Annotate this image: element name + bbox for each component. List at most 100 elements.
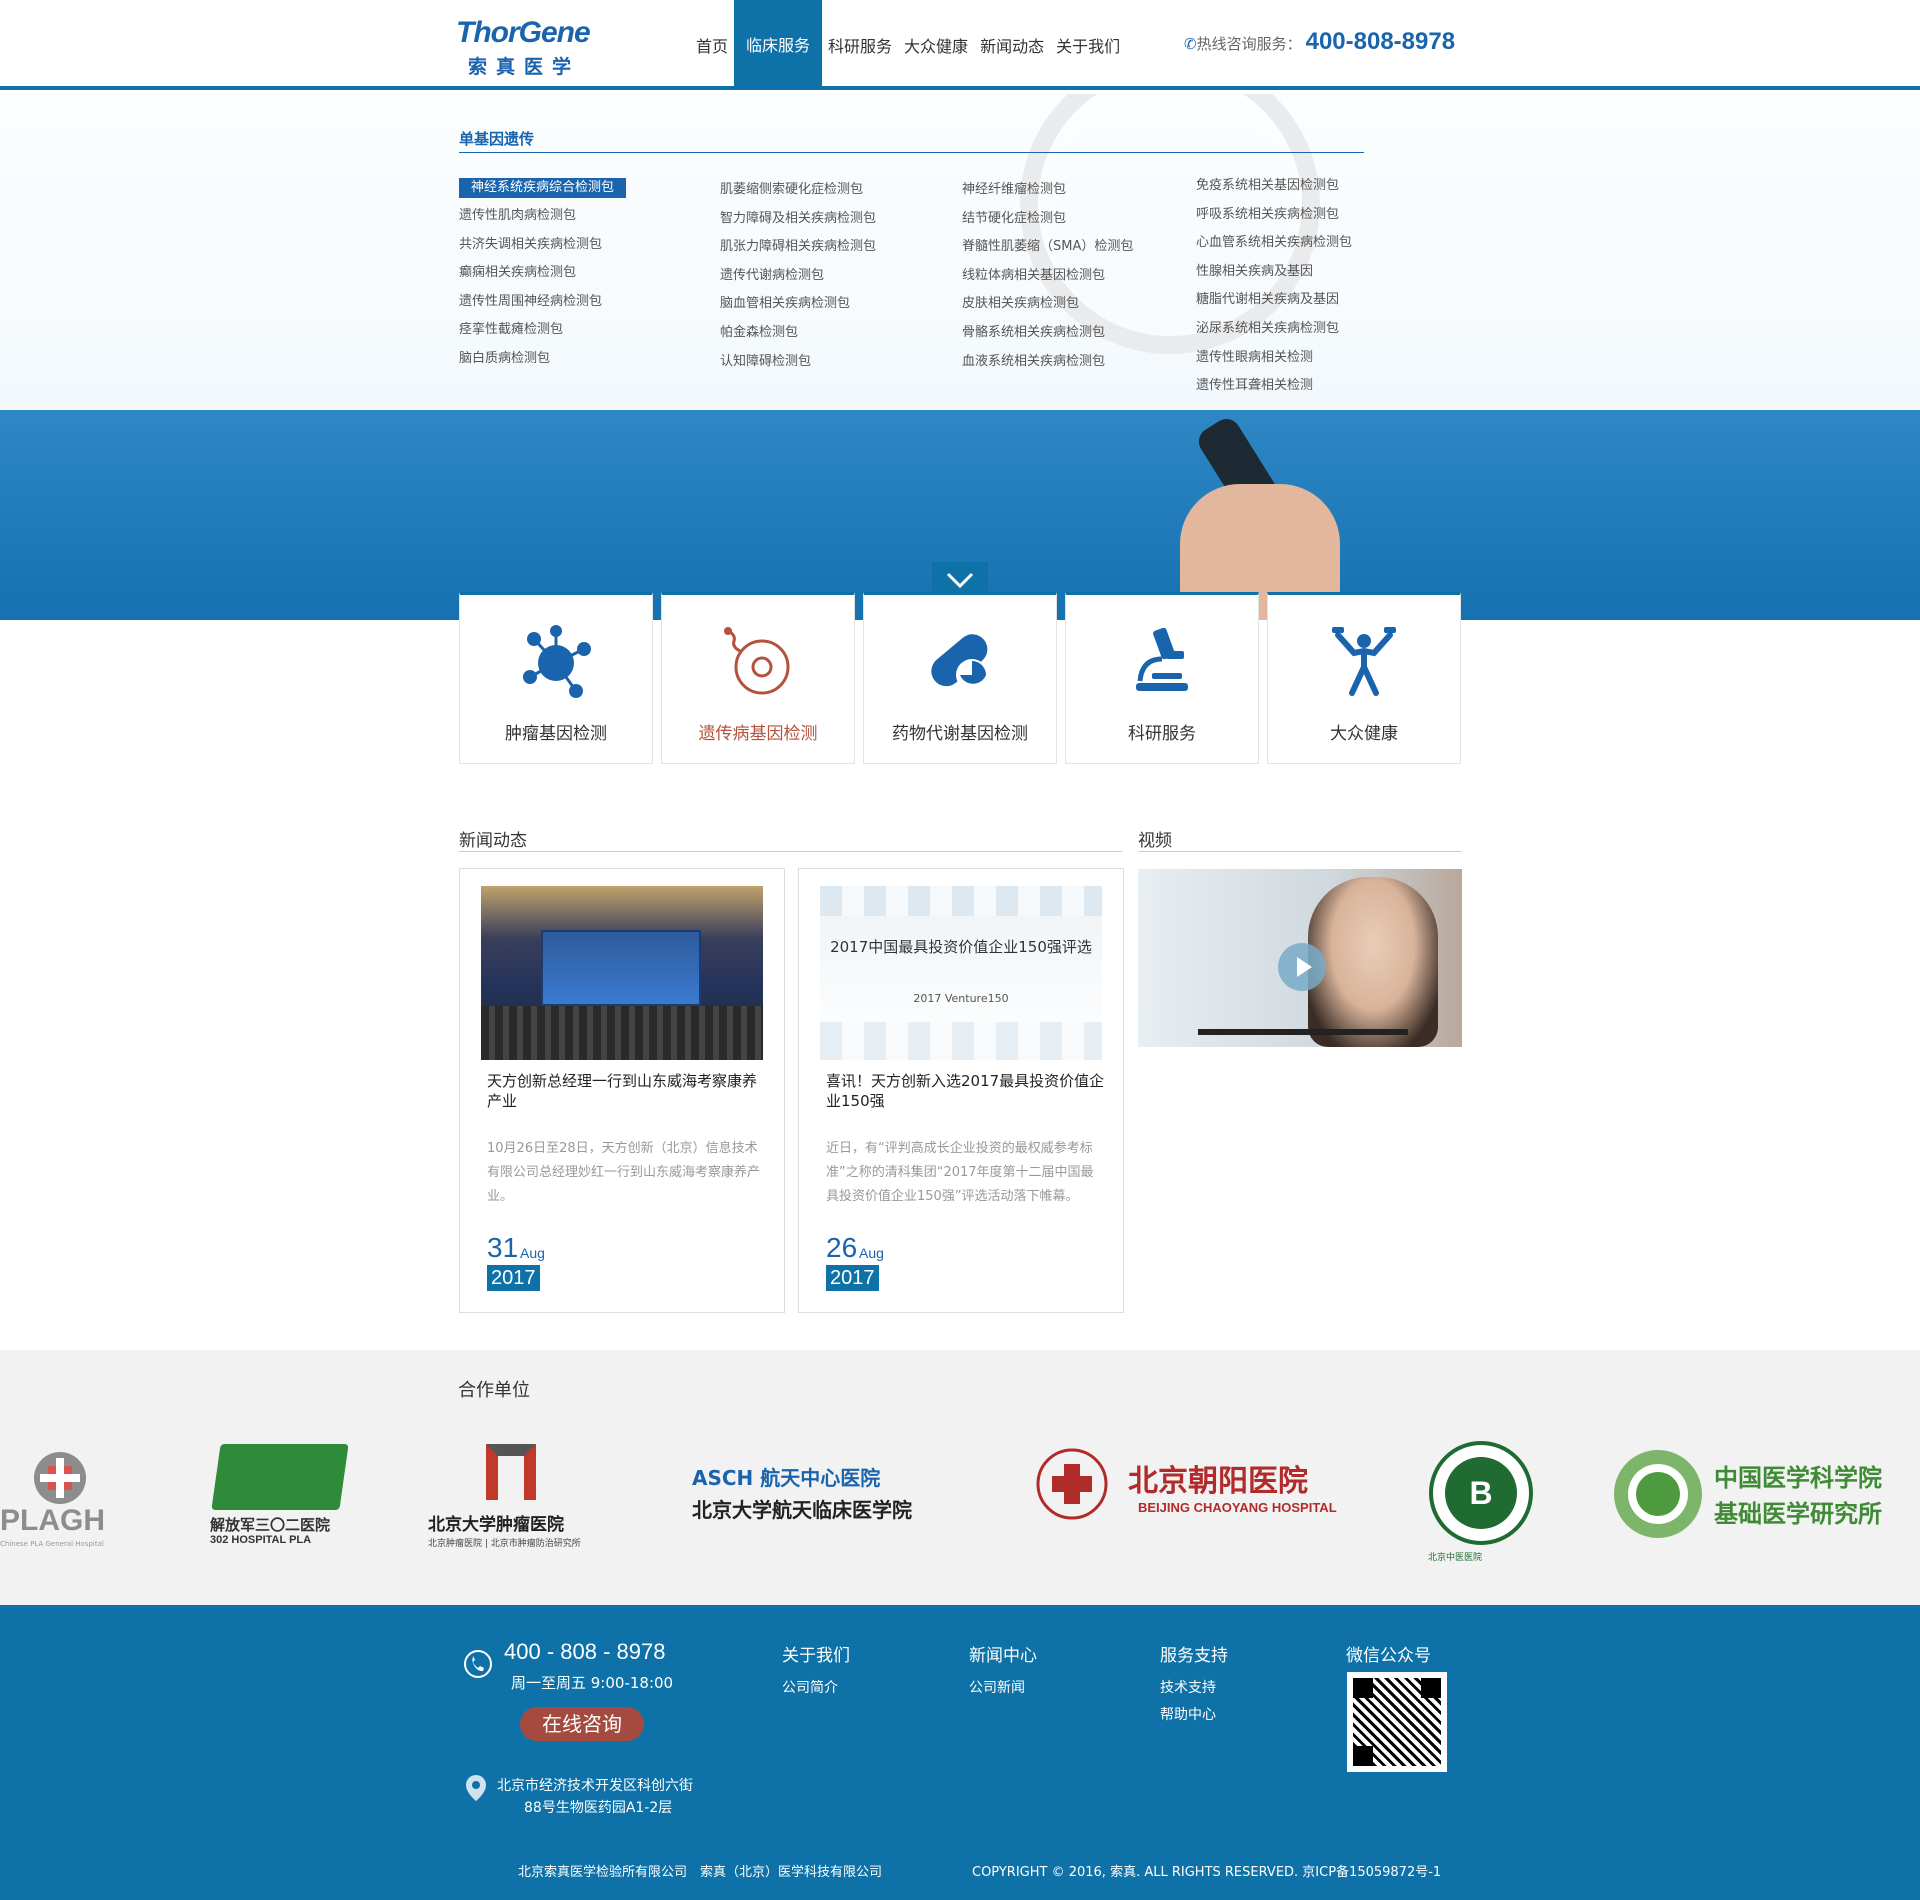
partner-logo-asch[interactable]: ASCH 航天中心医院 北京大学航天临床医学院 bbox=[692, 1440, 970, 1560]
dropdown-item[interactable]: 糖脂代谢相关疾病及基因 bbox=[1196, 286, 1352, 315]
service-label: 遗传病基因检测 bbox=[698, 724, 818, 744]
dropdown-item[interactable]: 脑白质病检测包 bbox=[459, 345, 626, 374]
news-card[interactable]: 天方创新总经理一行到山东威海考察康养产业 10月26日至28日，天方创新（北京）… bbox=[459, 868, 785, 1313]
service-card-health[interactable]: 大众健康 bbox=[1267, 592, 1461, 764]
video-section-title: 视频 bbox=[1138, 831, 1172, 851]
wechat-title: 微信公众号 bbox=[1346, 1646, 1431, 1666]
ibms-emblem bbox=[1614, 1450, 1702, 1538]
partner-logo-ibms[interactable]: 中国医学科学院 基础医学研究所 bbox=[1610, 1440, 1920, 1560]
main-nav: 首页 临床服务 科研服务 大众健康 新闻动态 关于我们 bbox=[690, 0, 1126, 90]
hotline: ✆热线咨询服务： 400-808-8978 bbox=[1184, 28, 1455, 56]
dropdown-col-3: 神经纤维瘤检测包 结节硬化症检测包 脊髓性肌萎缩（SMA）检测包 线粒体病相关基… bbox=[962, 176, 1133, 376]
dropdown-item[interactable]: 遗传性耳聋相关检测 bbox=[1196, 372, 1352, 401]
site-header: ThorGene 索真医学 首页 临床服务 科研服务 大众健康 新闻动态 关于我… bbox=[0, 0, 1920, 90]
footer-address-line2: 88号生物医药园A1-2层 bbox=[524, 1800, 673, 1816]
service-card-genetic[interactable]: 遗传病基因检测 bbox=[661, 592, 855, 764]
partner-name: 解放军三〇二医院 bbox=[210, 1516, 331, 1534]
footer-col-heading[interactable]: 服务支持 bbox=[1160, 1641, 1228, 1666]
footer-link[interactable]: 公司简介 bbox=[782, 1677, 838, 1697]
dropdown-item[interactable]: 肌萎缩侧索硬化症检测包 bbox=[720, 176, 876, 205]
dropdown-item[interactable]: 癫痫相关疾病检测包 bbox=[459, 259, 626, 288]
chaoyang-emblem bbox=[1036, 1448, 1108, 1520]
footer-address-line1: 北京市经济技术开发区科创六街 bbox=[497, 1778, 693, 1794]
partner-sub: 北京肿瘤医院 | 北京市肿瘤防治研究所 bbox=[428, 1539, 581, 1549]
video-person bbox=[1308, 877, 1438, 1047]
news-year: 2017 bbox=[826, 1265, 879, 1291]
dropdown-item[interactable]: 免疫系统相关基因检测包 bbox=[1196, 172, 1352, 201]
nav-item-research[interactable]: 科研服务 bbox=[822, 0, 898, 90]
partner-logo-pku-cancer[interactable]: 北京大学肿瘤医院 北京肿瘤医院 | 北京市肿瘤防治研究所 bbox=[428, 1440, 608, 1560]
dropdown-item[interactable]: 肌张力障碍相关疾病检测包 bbox=[720, 233, 876, 262]
partner-name: ASCH 航天中心医院 bbox=[692, 1466, 881, 1490]
dropdown-item[interactable]: 脑血管相关疾病检测包 bbox=[720, 290, 876, 319]
dropdown-item[interactable]: 脊髓性肌萎缩（SMA）检测包 bbox=[962, 233, 1133, 262]
play-button[interactable] bbox=[1278, 943, 1326, 991]
brand-name-cn: 索真医学 bbox=[468, 56, 581, 78]
service-card-research[interactable]: 科研服务 bbox=[1065, 592, 1259, 764]
news-title[interactable]: 喜讯！天方创新入选2017最具投资价值企业150强 bbox=[826, 1071, 1106, 1111]
hotline-number[interactable]: 400-808-8978 bbox=[1306, 28, 1455, 55]
partner-name: 北京中医医院 bbox=[1428, 1553, 1483, 1563]
news-year: 2017 bbox=[487, 1265, 540, 1291]
dropdown-item[interactable]: 遗传性周围神经病检测包 bbox=[459, 288, 626, 317]
dropdown-item[interactable]: 神经纤维瘤检测包 bbox=[962, 176, 1133, 205]
location-pin-icon bbox=[466, 1775, 486, 1801]
dropdown-item[interactable]: 泌尿系统相关疾病检测包 bbox=[1196, 315, 1352, 344]
nav-item-news[interactable]: 新闻动态 bbox=[974, 0, 1050, 90]
partner-sub: 基础医学研究所 bbox=[1714, 1499, 1882, 1528]
dropdown-item[interactable]: 神经系统疾病综合检测包 bbox=[459, 178, 627, 198]
nav-item-about[interactable]: 关于我们 bbox=[1050, 0, 1126, 90]
news-day: 26 bbox=[826, 1232, 858, 1263]
cell-icon bbox=[724, 627, 790, 695]
partner-name: 北京朝阳医院 bbox=[1128, 1464, 1308, 1499]
footer-company-names: 北京索真医学检验所有限公司 索真（北京）医学科技有限公司 bbox=[518, 1865, 883, 1880]
service-label: 大众健康 bbox=[1330, 724, 1398, 744]
news-day: 31 bbox=[487, 1232, 519, 1263]
nav-item-health[interactable]: 大众健康 bbox=[898, 0, 974, 90]
partners-section: 合作单位 PLAGH Chinese PLA General Hospital … bbox=[0, 1350, 1920, 1605]
microscope-icon bbox=[1136, 627, 1188, 691]
footer-col-heading[interactable]: 新闻中心 bbox=[969, 1641, 1037, 1666]
footer-link[interactable]: 技术支持 bbox=[1160, 1677, 1216, 1697]
video-progress-bar[interactable] bbox=[1198, 1029, 1408, 1035]
dropdown-item[interactable]: 呼吸系统相关疾病检测包 bbox=[1196, 201, 1352, 230]
dropdown-item[interactable]: 性腺相关疾病及基因 bbox=[1196, 258, 1352, 287]
tcm-emblem: B bbox=[1429, 1441, 1533, 1545]
footer-phone[interactable]: 400 - 808 - 8978 bbox=[504, 1639, 665, 1665]
nav-item-clinical[interactable]: 临床服务 bbox=[734, 0, 823, 90]
footer-link[interactable]: 公司新闻 bbox=[969, 1677, 1025, 1697]
footer-link[interactable]: 帮助中心 bbox=[1160, 1704, 1216, 1724]
dropdown-item[interactable]: 血液系统相关疾病检测包 bbox=[962, 348, 1133, 377]
dropdown-item[interactable]: 线粒体病相关基因检测包 bbox=[962, 262, 1133, 291]
footer-col-heading[interactable]: 关于我们 bbox=[782, 1641, 850, 1666]
service-card-tumor[interactable]: 肿瘤基因检测 bbox=[459, 592, 653, 764]
dropdown-item[interactable]: 认知障碍检测包 bbox=[720, 348, 876, 377]
news-title[interactable]: 天方创新总经理一行到山东威海考察康养产业 bbox=[487, 1071, 767, 1111]
partner-logo-chaoyang[interactable]: 北京朝阳医院 BEIJING CHAOYANG HOSPITAL bbox=[1036, 1440, 1344, 1560]
dropdown-item[interactable]: 帕金森检测包 bbox=[720, 319, 876, 348]
partner-logo-302[interactable]: 解放军三〇二医院 302 HOSPITAL PLA bbox=[210, 1440, 350, 1560]
news-card[interactable]: 2017中国最具投资价值企业150强评选 2017 Venture150 喜讯！… bbox=[798, 868, 1124, 1313]
video-player[interactable] bbox=[1138, 869, 1462, 1047]
dropdown-item[interactable]: 遗传性肌肉病检测包 bbox=[459, 202, 626, 231]
service-card-pharma[interactable]: 药物代谢基因检测 bbox=[863, 592, 1057, 764]
partner-sub: 北京大学航天临床医学院 bbox=[692, 1498, 912, 1522]
partner-logo-plagh[interactable]: PLAGH Chinese PLA General Hospital bbox=[0, 1440, 115, 1560]
partner-logo-tcm[interactable]: B 北京中医医院 bbox=[1428, 1440, 1534, 1563]
phone-circle-icon bbox=[464, 1650, 492, 1678]
footer-copyright: COPYRIGHT © 2016, 索真. ALL RIGHTS RESERVE… bbox=[972, 1865, 1442, 1880]
dropdown-item[interactable]: 智力障碍及相关疾病检测包 bbox=[720, 205, 876, 234]
dropdown-item[interactable]: 结节硬化症检测包 bbox=[962, 205, 1133, 234]
dropdown-item[interactable]: 共济失调相关疾病检测包 bbox=[459, 231, 626, 260]
dropdown-item[interactable]: 痉挛性截瘫检测包 bbox=[459, 316, 626, 345]
dropdown-col-4: 免疫系统相关基因检测包 呼吸系统相关疾病检测包 心血管系统相关疾病检测包 性腺相… bbox=[1196, 172, 1352, 401]
online-consult-button[interactable]: 在线咨询 bbox=[520, 1707, 644, 1741]
dropdown-item[interactable]: 骨骼系统相关疾病检测包 bbox=[962, 319, 1133, 348]
dropdown-item[interactable]: 遗传性眼病相关检测 bbox=[1196, 344, 1352, 373]
dropdown-item[interactable]: 遗传代谢病检测包 bbox=[720, 262, 876, 291]
nav-item-home[interactable]: 首页 bbox=[690, 0, 734, 90]
partner-sub: Chinese PLA General Hospital bbox=[0, 1540, 104, 1548]
brand-logo[interactable]: ThorGene 索真医学 bbox=[456, 16, 606, 78]
dropdown-item[interactable]: 皮肤相关疾病检测包 bbox=[962, 290, 1133, 319]
dropdown-item[interactable]: 心血管系统相关疾病检测包 bbox=[1196, 229, 1352, 258]
